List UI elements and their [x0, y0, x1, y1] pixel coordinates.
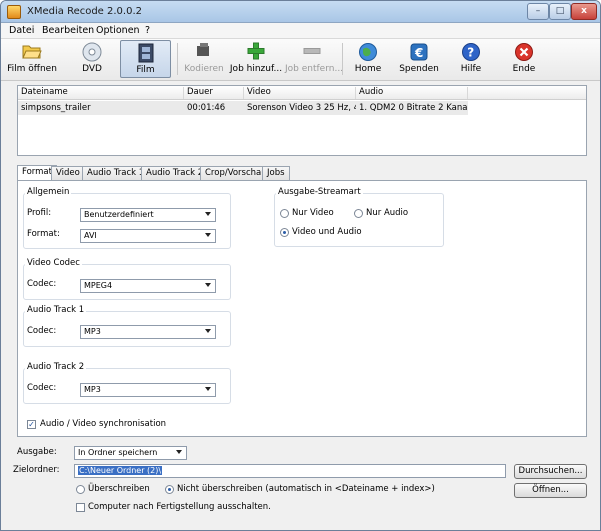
- exit-icon: [514, 42, 534, 62]
- encode-icon: [194, 42, 214, 62]
- nur-audio-label: Nur Audio: [366, 208, 409, 218]
- group-label-allgemein: Allgemein: [25, 187, 72, 197]
- menu-help[interactable]: ?: [145, 25, 150, 36]
- close-button[interactable]: x: [571, 3, 597, 20]
- app-icon: [7, 5, 21, 19]
- nur-video-label: Nur Video: [292, 208, 334, 218]
- tab-video[interactable]: Video: [51, 166, 85, 180]
- spenden-button[interactable]: € Spenden: [397, 40, 441, 78]
- format-tab-panel: Allgemein Profil: Benutzerdefiniert Form…: [17, 180, 587, 437]
- toolbar: Film öffnen DVD Film Kodieren Job hinzuf…: [1, 39, 600, 81]
- ueberschreiben-label: Überschreiben: [88, 484, 150, 494]
- dvd-disc-icon: [82, 42, 102, 62]
- app-window: XMedia Recode 2.0.0.2 – □ x Datei Bearbe…: [0, 0, 601, 531]
- audio2-codec-label: Codec:: [27, 383, 57, 393]
- window-title: XMedia Recode 2.0.0.2: [27, 6, 142, 17]
- oeffnen-button[interactable]: Öffnen...: [514, 483, 587, 498]
- zielordner-input[interactable]: C:\Neuer Ordner (2)\: [74, 464, 506, 478]
- open-folder-icon: [22, 42, 42, 62]
- group-label-video-codec: Video Codec: [25, 258, 82, 268]
- menu-datei[interactable]: Datei: [9, 25, 34, 36]
- nur-video-radio[interactable]: [280, 209, 289, 218]
- tab-crop-vorschau[interactable]: Crop/Vorschau: [200, 166, 272, 180]
- maximize-button[interactable]: □: [549, 3, 571, 20]
- chevron-down-icon: [176, 450, 182, 454]
- column-header-audio[interactable]: Audio: [356, 87, 468, 99]
- minus-icon: [302, 42, 322, 62]
- film-strip-icon: [136, 43, 156, 63]
- dvd-button[interactable]: DVD: [67, 40, 117, 78]
- zielordner-value: C:\Neuer Ordner (2)\: [78, 466, 163, 475]
- minimize-button[interactable]: –: [527, 3, 549, 20]
- paypal-icon: €: [409, 42, 429, 62]
- toolbar-separator: [177, 43, 178, 75]
- group-label-ausgabe-streamart: Ausgabe-Streamart: [276, 187, 363, 197]
- job-hinzufuegen-button[interactable]: Job hinzuf...: [229, 40, 283, 78]
- column-header-dateiname[interactable]: Dateiname: [18, 87, 184, 99]
- profil-label: Profil:: [27, 208, 52, 218]
- shutdown-checkbox[interactable]: [76, 503, 85, 512]
- group-label-audio-track-2: Audio Track 2: [25, 362, 87, 372]
- chevron-down-icon: [205, 283, 211, 287]
- av-sync-checkbox[interactable]: ✓: [27, 420, 36, 429]
- nicht-ueberschreiben-label: Nicht überschreiben (automatisch in <Dat…: [177, 484, 435, 494]
- job-entfernen-button[interactable]: Job entfern...: [285, 40, 343, 78]
- tab-audio-track-2[interactable]: Audio Track 2: [141, 166, 209, 180]
- file-list[interactable]: Dateiname Dauer Video Audio simpsons_tra…: [17, 85, 587, 156]
- svg-text:€: €: [414, 46, 423, 60]
- chevron-down-icon: [205, 233, 211, 237]
- menu-optionen[interactable]: Optionen: [96, 25, 140, 36]
- video-und-audio-radio[interactable]: [280, 228, 289, 237]
- ausgabe-select[interactable]: In Ordner speichern: [74, 446, 187, 460]
- globe-icon: [358, 42, 378, 62]
- column-header-video[interactable]: Video: [244, 87, 356, 99]
- help-icon: ?: [461, 42, 481, 62]
- hilfe-button[interactable]: ? Hilfe: [451, 40, 491, 78]
- av-sync-label: Audio / Video synchronisation: [40, 419, 167, 429]
- ueberschreiben-radio[interactable]: [76, 485, 85, 494]
- plus-icon: [246, 42, 266, 62]
- home-button[interactable]: Home: [348, 40, 388, 78]
- ausgabe-label: Ausgabe:: [17, 447, 57, 457]
- audio2-codec-select[interactable]: MP3: [80, 383, 216, 397]
- zielordner-label: Zielordner:: [13, 465, 60, 475]
- tab-jobs[interactable]: Jobs: [262, 166, 290, 180]
- shutdown-label: Computer nach Fertigstellung ausschalten…: [88, 502, 271, 512]
- video-und-audio-label: Video und Audio: [292, 227, 362, 237]
- film-button[interactable]: Film: [120, 40, 171, 78]
- film-oeffnen-button[interactable]: Film öffnen: [5, 40, 59, 78]
- format-select[interactable]: AVI: [80, 229, 216, 243]
- cell-video: Sorenson Video 3 25 Hz, 4...: [247, 103, 356, 113]
- format-label: Format:: [27, 229, 60, 239]
- ende-button[interactable]: Ende: [504, 40, 544, 78]
- nicht-ueberschreiben-radio[interactable]: [165, 485, 174, 494]
- menu-bearbeiten[interactable]: Bearbeiten: [42, 25, 94, 36]
- kodieren-button[interactable]: Kodieren: [182, 40, 226, 78]
- chevron-down-icon: [205, 212, 211, 216]
- cell-audio: 1. QDM2 0 Bitrate 2 Kanal: [359, 103, 468, 113]
- toolbar-separator: [342, 43, 343, 75]
- svg-text:?: ?: [467, 46, 474, 60]
- tab-audio-track-1[interactable]: Audio Track 1: [82, 166, 150, 180]
- nur-audio-radio[interactable]: [354, 209, 363, 218]
- cell-dateiname: simpsons_trailer: [21, 103, 91, 113]
- group-ausgabe-streamart: [274, 193, 444, 247]
- title-bar[interactable]: XMedia Recode 2.0.0.2 – □ x: [1, 1, 600, 23]
- menu-bar: Datei Bearbeiten Optionen ?: [1, 23, 600, 39]
- audio1-codec-select[interactable]: MP3: [80, 325, 216, 339]
- chevron-down-icon: [205, 387, 211, 391]
- chevron-down-icon: [205, 329, 211, 333]
- column-header-dauer[interactable]: Dauer: [184, 87, 244, 99]
- file-list-header: Dateiname Dauer Video Audio: [18, 86, 586, 100]
- table-row[interactable]: simpsons_trailer 00:01:46 Sorenson Video…: [18, 101, 468, 115]
- group-label-audio-track-1: Audio Track 1: [25, 305, 87, 315]
- cell-dauer: 00:01:46: [187, 103, 226, 113]
- video-codec-label: Codec:: [27, 279, 57, 289]
- profil-select[interactable]: Benutzerdefiniert: [80, 208, 216, 222]
- video-codec-select[interactable]: MPEG4: [80, 279, 216, 293]
- audio1-codec-label: Codec:: [27, 326, 57, 336]
- durchsuchen-button[interactable]: Durchsuchen...: [514, 464, 587, 479]
